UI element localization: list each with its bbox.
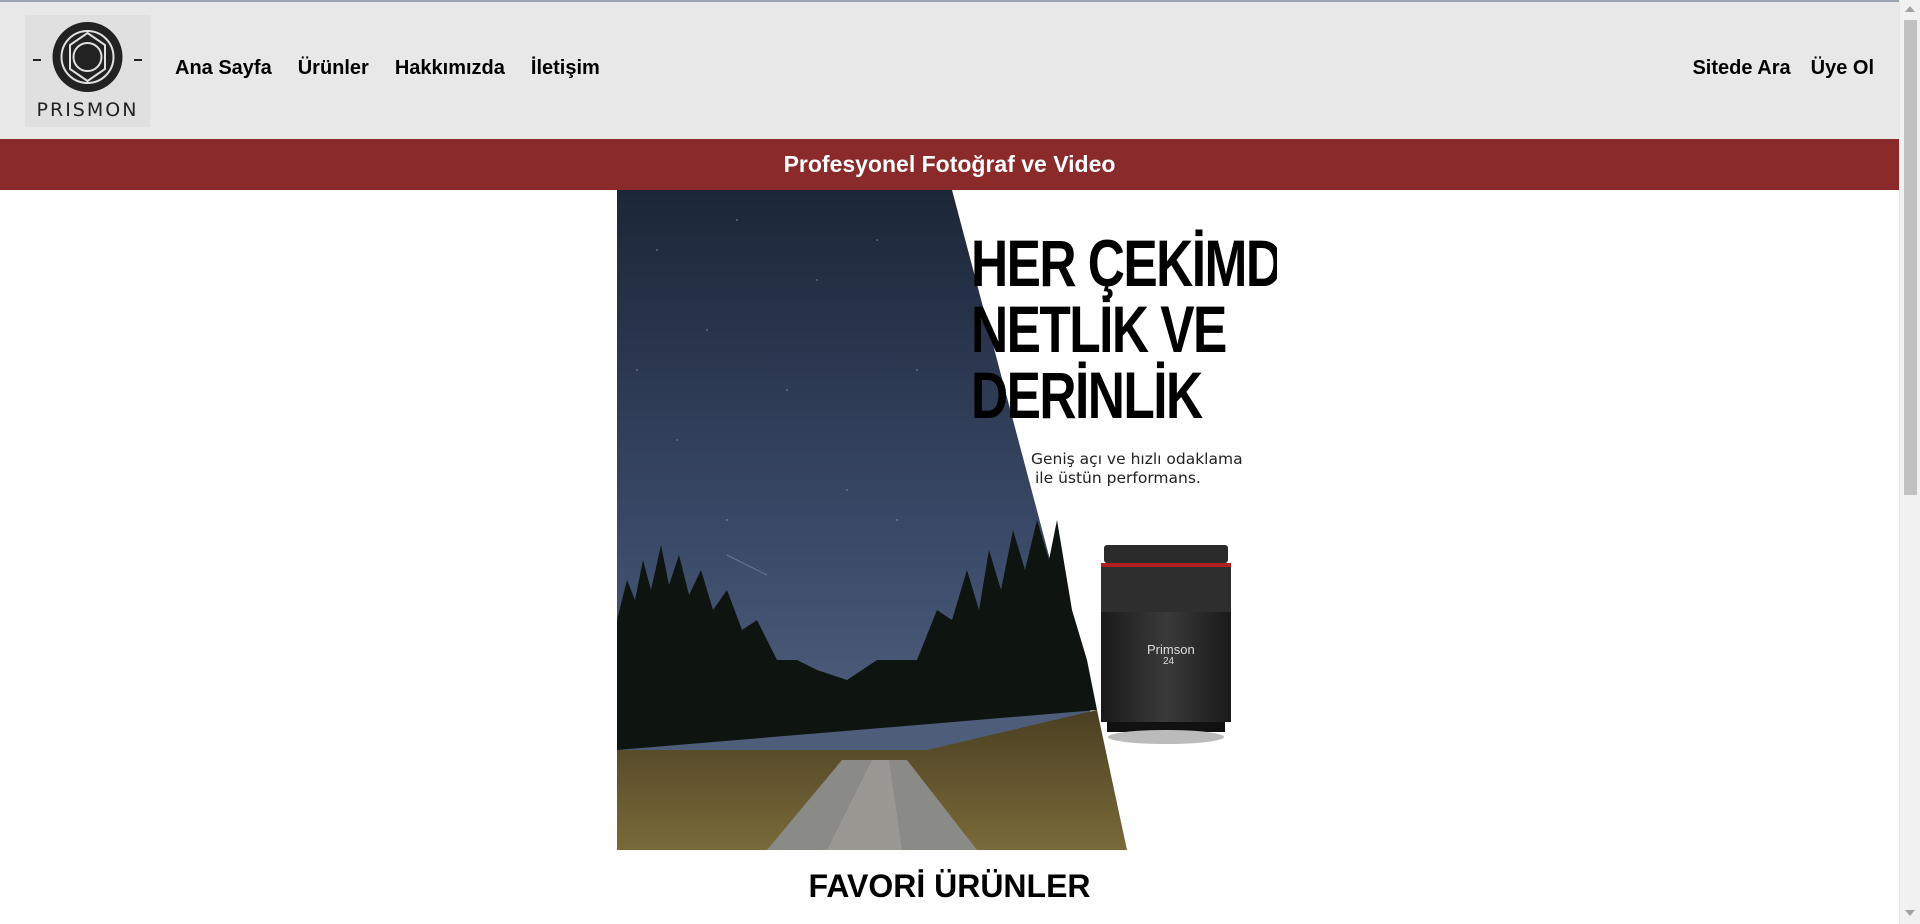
vertical-scrollbar[interactable]: [1899, 0, 1920, 924]
hero-headline-line: DERİNLİK: [971, 358, 1203, 432]
nav-link-home[interactable]: Ana Sayfa: [175, 57, 272, 80]
hero-subtext-line: ile üstün performans.: [1035, 469, 1201, 487]
hero-subtext-line: Geniş açı ve hızlı odaklama: [1031, 450, 1243, 468]
scrollbar-thumb[interactable]: [1904, 20, 1917, 495]
scroll-up-icon[interactable]: [1905, 6, 1915, 12]
lens-brand-text: Primson: [1147, 642, 1195, 657]
hero-subtext: Geniş açı ve hızlı odaklama ile üstün pe…: [1031, 450, 1261, 488]
nav-link-about[interactable]: Hakkımızda: [395, 57, 505, 80]
main-nav: Ana Sayfa Ürünler Hakkımızda İletişim: [175, 57, 600, 80]
tagline-text: Profesyonel Fotoğraf ve Video: [783, 151, 1116, 177]
search-link[interactable]: Sitede Ara: [1692, 57, 1790, 80]
hero-headline-line: HER ÇEKİMDE: [971, 226, 1277, 300]
logo[interactable]: PRISMON: [25, 15, 150, 127]
favorites-section-title: FAVORİ ÜRÜNLER: [808, 868, 1091, 904]
scroll-down-icon[interactable]: [1905, 910, 1915, 916]
tagline-banner: Profesyonel Fotoğraf ve Video: [0, 139, 1899, 190]
lens-number-text: 24: [1163, 656, 1175, 667]
hero-headline-line: NETLİK VE: [971, 292, 1227, 366]
hero-headline: HER ÇEKİMDE NETLİK VE DERİNLİK: [971, 226, 1277, 432]
hero-image[interactable]: HER ÇEKİMDE NETLİK VE DERİNLİK Geniş açı…: [617, 190, 1277, 850]
navbar: PRISMON Ana Sayfa Ürünler Hakkımızda İle…: [0, 2, 1899, 139]
aperture-logo-icon: [33, 22, 142, 92]
signup-link[interactable]: Üye Ol: [1811, 57, 1874, 80]
logo-text: PRISMON: [36, 99, 139, 121]
nav-link-contact[interactable]: İletişim: [531, 57, 600, 80]
nav-link-products[interactable]: Ürünler: [298, 57, 369, 80]
nav-right: Sitede Ara Üye Ol: [1692, 57, 1874, 80]
